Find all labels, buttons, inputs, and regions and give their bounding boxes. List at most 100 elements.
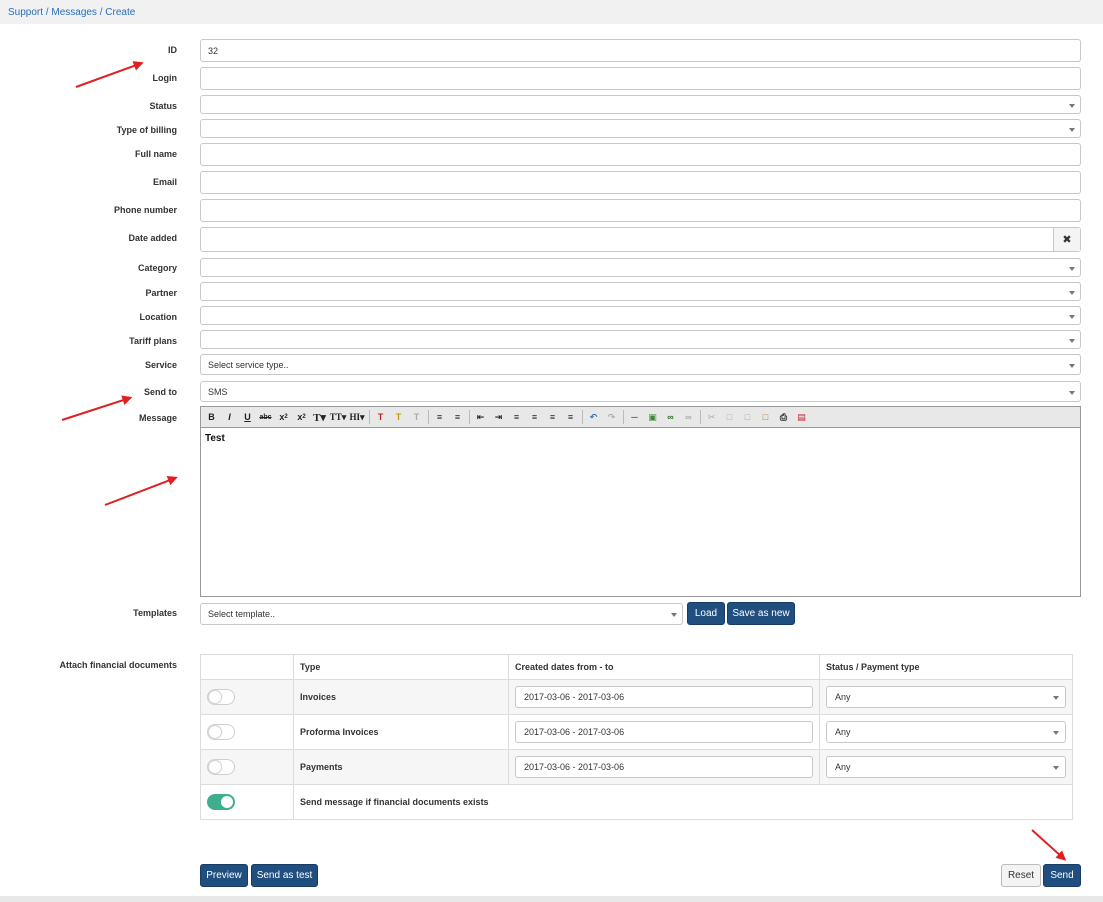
status-label: Status — [149, 101, 177, 111]
copy-icon[interactable]: □ — [722, 410, 737, 425]
bold-icon[interactable]: B — [204, 410, 219, 425]
id-field[interactable]: 32 — [200, 39, 1081, 62]
message-editor[interactable]: B I U abc x2 x2 T▾ TT▾ HI▾ T T T ≡ ≡ ⇤ ⇥… — [200, 406, 1081, 597]
send-button[interactable]: Send — [1043, 864, 1081, 887]
subscript-icon[interactable]: x2 — [276, 410, 291, 425]
paste-icon[interactable]: □ — [740, 410, 755, 425]
fullname-field[interactable] — [200, 143, 1081, 166]
load-template-button[interactable]: Load — [687, 602, 725, 625]
payments-date-range[interactable]: 2017-03-06 - 2017-03-06 — [515, 756, 813, 778]
bullet-list-icon[interactable]: ≡ — [432, 410, 447, 425]
date-added-field[interactable]: ✖ — [200, 227, 1081, 252]
status-value: Any — [835, 692, 851, 702]
preview-button[interactable]: Preview — [200, 864, 248, 887]
phone-field[interactable] — [200, 199, 1081, 222]
location-select[interactable] — [200, 306, 1081, 325]
table-row: Send message if financial documents exis… — [200, 784, 1073, 820]
print-icon[interactable]: ⎙ — [776, 410, 791, 425]
unlink-icon[interactable]: ∞ — [681, 410, 696, 425]
align-right-icon[interactable]: ≡ — [545, 410, 560, 425]
indent-icon[interactable]: ⇥ — [491, 410, 506, 425]
annotation-arrow — [61, 396, 131, 421]
annotation-arrow — [104, 476, 177, 506]
invoices-status-select[interactable]: Any — [826, 686, 1066, 708]
templates-label: Templates — [133, 608, 177, 618]
date-added-label: Date added — [128, 233, 177, 243]
clear-format-icon[interactable]: T — [409, 410, 424, 425]
paste-word-icon[interactable]: □ — [758, 410, 773, 425]
cut-icon[interactable]: ✂ — [704, 410, 719, 425]
col-dates-header: Created dates from - to — [508, 654, 820, 680]
template-placeholder: Select template.. — [208, 609, 276, 619]
superscript-icon[interactable]: x2 — [294, 410, 309, 425]
breadcrumb[interactable]: Support / Messages / Create — [8, 7, 135, 18]
billing-type-select[interactable] — [200, 119, 1081, 138]
clear-date-icon[interactable]: ✖ — [1053, 228, 1080, 251]
billing-label: Type of billing — [116, 125, 177, 135]
invoices-date-range[interactable]: 2017-03-06 - 2017-03-06 — [515, 686, 813, 708]
underline-icon[interactable]: U — [240, 410, 255, 425]
redo-icon[interactable]: ↷ — [604, 410, 619, 425]
invoices-toggle[interactable] — [207, 689, 235, 705]
align-center-icon[interactable]: ≡ — [527, 410, 542, 425]
row-type: Invoices — [293, 679, 509, 715]
payments-status-select[interactable]: Any — [826, 756, 1066, 778]
email-label: Email — [152, 177, 177, 187]
row-type: Proforma Invoices — [293, 714, 509, 750]
save-template-button[interactable]: Save as new — [727, 602, 795, 625]
undo-icon[interactable]: ↶ — [586, 410, 601, 425]
outdent-icon[interactable]: ⇤ — [473, 410, 488, 425]
tariff-plans-select[interactable] — [200, 330, 1081, 349]
partner-label: Partner — [145, 288, 177, 298]
sendto-select[interactable]: SMS — [200, 381, 1081, 402]
service-placeholder: Select service type.. — [208, 359, 289, 370]
editor-toolbar: B I U abc x2 x2 T▾ TT▾ HI▾ T T T ≡ ≡ ⇤ ⇥… — [201, 407, 1080, 428]
attach-financial-label: Attach financial documents — [59, 660, 177, 670]
bottom-bar — [0, 896, 1103, 902]
send-if-exists-toggle[interactable] — [207, 794, 235, 810]
template-select[interactable]: Select template.. — [200, 603, 683, 625]
proforma-date-range[interactable]: 2017-03-06 - 2017-03-06 — [515, 721, 813, 743]
align-left-icon[interactable]: ≡ — [509, 410, 524, 425]
col-status-header: Status / Payment type — [819, 654, 1073, 680]
font-family-icon[interactable]: TT▾ — [330, 410, 347, 425]
login-field[interactable] — [200, 67, 1081, 90]
proforma-status-select[interactable]: Any — [826, 721, 1066, 743]
proforma-toggle[interactable] — [207, 724, 235, 740]
italic-icon[interactable]: I — [222, 410, 237, 425]
strikethrough-icon[interactable]: abc — [258, 410, 273, 425]
category-label: Category — [137, 263, 177, 273]
col-toggle-header — [200, 654, 294, 680]
financial-documents-table: Type Created dates from - to Status / Pa… — [200, 654, 1073, 820]
fullname-label: Full name — [134, 149, 177, 159]
payments-toggle[interactable] — [207, 759, 235, 775]
font-size-icon[interactable]: T▾ — [312, 410, 327, 425]
annotation-arrow — [1031, 829, 1066, 861]
horizontal-rule-icon[interactable]: ─ — [627, 410, 642, 425]
highlight-icon[interactable]: T — [391, 410, 406, 425]
send-as-test-button[interactable]: Send as test — [251, 864, 318, 887]
number-list-icon[interactable]: ≡ — [450, 410, 465, 425]
heading-icon[interactable]: HI▾ — [349, 410, 365, 425]
image-icon[interactable]: ▣ — [645, 410, 660, 425]
source-icon[interactable]: ▤ — [794, 410, 809, 425]
row-type: Payments — [293, 749, 509, 785]
justify-icon[interactable]: ≡ — [563, 410, 578, 425]
partner-select[interactable] — [200, 282, 1081, 301]
message-label: Message — [138, 413, 177, 423]
text-color-icon[interactable]: T — [373, 410, 388, 425]
reset-button[interactable]: Reset — [1001, 864, 1041, 887]
service-select[interactable]: Select service type.. — [200, 354, 1081, 375]
id-value: 32 — [208, 45, 219, 56]
status-select[interactable] — [200, 95, 1081, 114]
annotation-arrow — [75, 62, 143, 88]
table-row: Proforma Invoices 2017-03-06 - 2017-03-0… — [200, 714, 1073, 750]
message-text[interactable]: Test — [201, 428, 1080, 449]
link-icon[interactable]: ∞ — [663, 410, 678, 425]
email-field[interactable] — [200, 171, 1081, 194]
table-row: Invoices 2017-03-06 - 2017-03-06 Any — [200, 679, 1073, 715]
category-select[interactable] — [200, 258, 1081, 277]
login-label: Login — [152, 73, 178, 83]
id-label: ID — [168, 45, 177, 55]
status-value: Any — [835, 762, 851, 772]
